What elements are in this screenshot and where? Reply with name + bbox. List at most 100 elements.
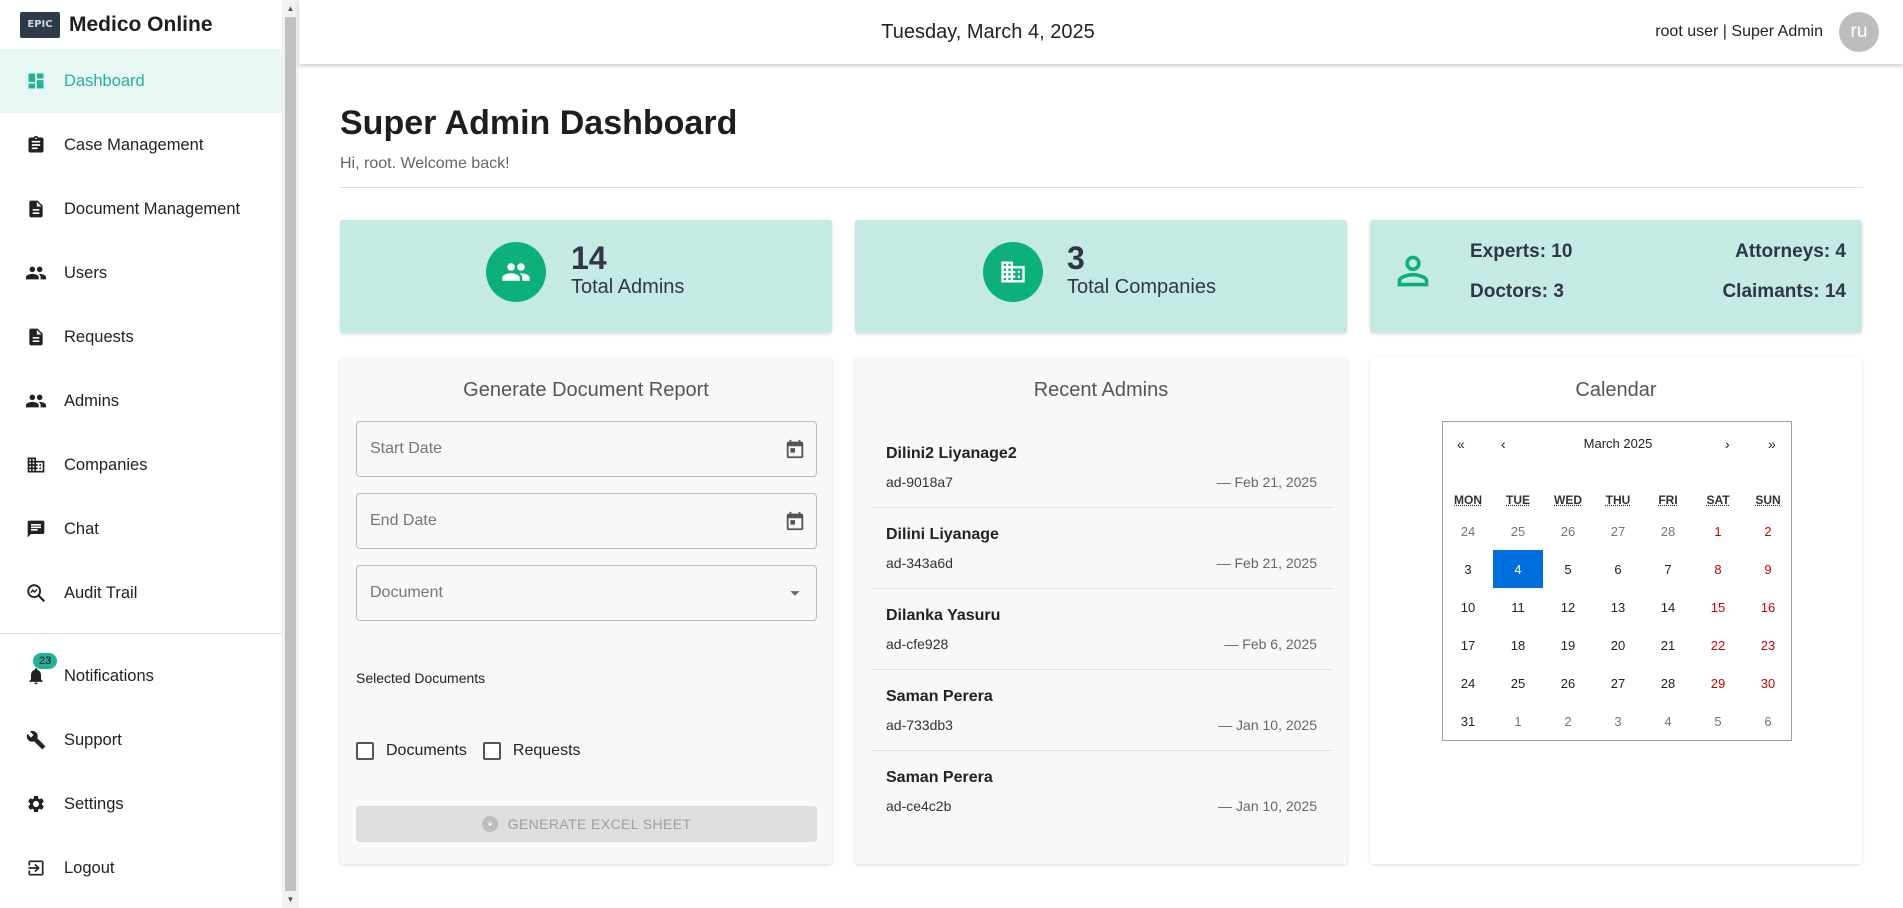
calendar-week-row: 31 1 2 3 4 5 6 [1443,702,1793,740]
sidebar-item-document-management[interactable]: Document Management [0,177,282,241]
calendar-day[interactable]: 3 [1593,702,1643,740]
brand[interactable]: EPIC Medico Online [0,0,282,49]
weekday-label: SUN [1755,493,1781,507]
document-placeholder: Document [370,584,443,601]
calendar-day[interactable]: 2 [1743,512,1793,550]
calendar-day[interactable]: 9 [1743,550,1793,588]
weekday-label: TUE [1506,493,1530,507]
weekday-label: SAT [1706,493,1730,507]
sidebar-scrollbar[interactable]: ▲ ▼ [282,0,299,908]
scroll-down-arrow-icon[interactable]: ▼ [282,891,299,908]
sidebar-item-chat[interactable]: Chat [0,497,282,561]
calendar-day[interactable]: 31 [1443,702,1493,740]
calendar-day[interactable]: 2 [1543,702,1593,740]
calendar-day[interactable]: 25 [1493,512,1543,550]
list-item[interactable]: Saman Perera ad-733db3 — Jan 10, 2025 [871,670,1332,751]
sidebar-item-case-management[interactable]: Case Management [0,113,282,177]
calendar-widget: March 2025 « ‹ › » MON TUE WED THU FRI S… [1442,421,1792,741]
calendar-day[interactable]: 16 [1743,588,1793,626]
requests-checkbox[interactable]: Requests [482,742,581,760]
calendar-day[interactable]: 24 [1443,512,1493,550]
sidebar-item-notifications[interactable]: 23 Notifications [0,644,282,708]
calendar-day[interactable]: 7 [1643,550,1693,588]
avatar[interactable]: ru [1839,12,1879,52]
sidebar-item-audit-trail[interactable]: Audit Trail [0,561,282,625]
calendar-day[interactable]: 8 [1693,550,1743,588]
end-date-field[interactable]: End Date [356,493,817,549]
admin-name: Dilini Liyanage [886,526,999,543]
calendar-day[interactable]: 6 [1593,550,1643,588]
calendar-day[interactable]: 15 [1693,588,1743,626]
calendar-day[interactable]: 1 [1493,702,1543,740]
panels-row: Generate Document Report Start Date End … [340,357,1863,864]
end-date-placeholder: End Date [370,512,437,529]
brand-name: Medico Online [69,12,213,36]
calendar-day[interactable]: 27 [1593,512,1643,550]
calendar-day[interactable]: 10 [1443,588,1493,626]
list-item[interactable]: Dilini2 Liyanage2 ad-9018a7 — Feb 21, 20… [871,427,1332,508]
list-item[interactable]: Saman Perera ad-ce4c2b — Jan 10, 2025 [871,751,1332,832]
calendar-icon[interactable] [784,510,806,532]
calendar-grid: MON TUE WED THU FRI SAT SUN 24 25 26 27 28 1 2… [1443,488,1793,740]
calendar-day[interactable]: 26 [1543,512,1593,550]
calendar-day[interactable]: 21 [1643,626,1693,664]
generate-excel-label: GENERATE EXCEL SHEET [507,816,692,832]
calendar-day[interactable]: 19 [1543,626,1593,664]
prev-month-button[interactable]: ‹ [1501,436,1506,452]
sidebar-item-dashboard[interactable]: Dashboard [0,49,282,113]
calendar-day[interactable]: 6 [1743,702,1793,740]
calendar-day[interactable]: 27 [1593,664,1643,702]
calendar-day[interactable]: 1 [1693,512,1743,550]
calendar-day[interactable]: 24 [1443,664,1493,702]
calendar-day[interactable]: 4 [1493,550,1543,588]
calendar-day[interactable]: 13 [1593,588,1643,626]
sidebar-item-support[interactable]: Support [0,708,282,772]
calendar-day[interactable]: 25 [1493,664,1543,702]
calendar-day[interactable]: 26 [1543,664,1593,702]
page-subtitle: Hi, root. Welcome back! [340,155,510,172]
scrollbar-thumb[interactable] [285,17,296,891]
calendar-day[interactable]: 22 [1693,626,1743,664]
calendar-title: Calendar [1575,379,1657,401]
calendar-day[interactable]: 12 [1543,588,1593,626]
calendar-day[interactable]: 28 [1643,512,1693,550]
sidebar-item-admins[interactable]: Admins [0,369,282,433]
calendar-day[interactable]: 3 [1443,550,1493,588]
list-item[interactable]: Dilanka Yasuru ad-cfe928 — Feb 6, 2025 [871,589,1332,670]
checkbox-box[interactable] [356,742,374,760]
documents-checkbox[interactable]: Documents [356,742,467,760]
checkbox-box[interactable] [482,742,501,760]
calendar-day[interactable]: 5 [1693,702,1743,740]
calendar-icon[interactable] [784,438,806,460]
next-year-button[interactable]: » [1768,436,1776,452]
sidebar-item-settings[interactable]: Settings [0,772,282,836]
calendar-month-label[interactable]: March 2025 [1443,436,1793,451]
sidebar: EPIC Medico Online Dashboard Case Manage… [0,0,282,908]
calendar-day[interactable]: 29 [1693,664,1743,702]
calendar-week-row: 10 11 12 13 14 15 16 [1443,588,1793,626]
calendar-day[interactable]: 11 [1493,588,1543,626]
calendar-day[interactable]: 17 [1443,626,1493,664]
prev-year-button[interactable]: « [1457,436,1465,452]
calendar-day[interactable]: 4 [1643,702,1693,740]
sidebar-item-requests[interactable]: Requests [0,305,282,369]
list-item[interactable]: Dilini Liyanage ad-343a6d — Feb 21, 2025 [871,508,1332,589]
sidebar-item-companies[interactable]: Companies [0,433,282,497]
admin-id: ad-9018a7 [886,474,953,490]
document-select[interactable]: Document [356,565,817,621]
calendar-day[interactable]: 23 [1743,626,1793,664]
sidebar-item-users[interactable]: Users [0,241,282,305]
next-month-button[interactable]: › [1725,436,1730,452]
calendar-day[interactable]: 20 [1593,626,1643,664]
scroll-up-arrow-icon[interactable]: ▲ [282,0,299,17]
calendar-day[interactable]: 14 [1643,588,1693,626]
calendar-day[interactable]: 5 [1543,550,1593,588]
start-date-field[interactable]: Start Date [356,421,817,477]
sidebar-item-logout[interactable]: Logout [0,836,282,900]
calendar-day[interactable]: 18 [1493,626,1543,664]
sidebar-item-label: Document Management [64,199,241,218]
generate-excel-button[interactable]: GENERATE EXCEL SHEET [356,806,817,842]
page-title: Super Admin Dashboard [340,104,738,142]
calendar-day[interactable]: 28 [1643,664,1693,702]
calendar-day[interactable]: 30 [1743,664,1793,702]
